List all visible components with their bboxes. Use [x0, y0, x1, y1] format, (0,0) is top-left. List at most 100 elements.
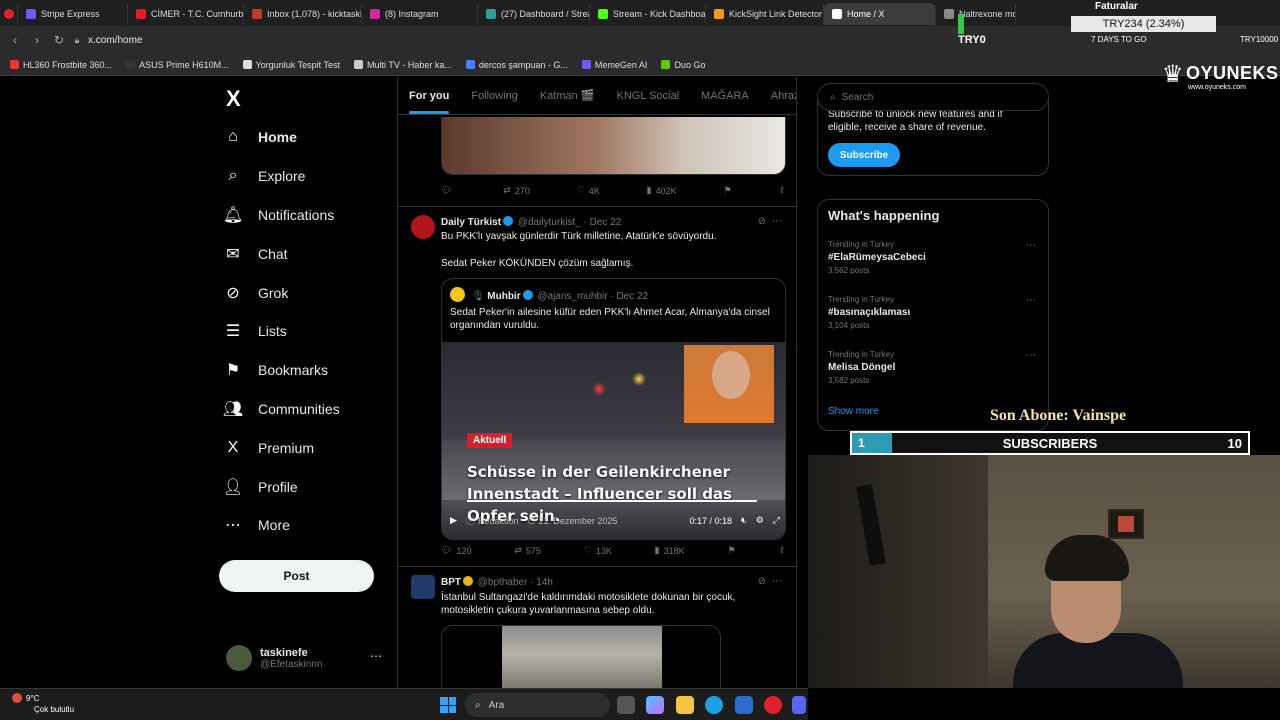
- settings-icon[interactable]: ⚙: [756, 515, 764, 526]
- more-horizontal-icon[interactable]: ⋯: [1026, 350, 1036, 361]
- tweet-author-name[interactable]: BPT: [441, 577, 461, 588]
- bookmark-button[interactable]: ⚑: [728, 545, 736, 556]
- bookmark-button[interactable]: ⚑: [723, 185, 731, 196]
- fullscreen-icon[interactable]: ⤢: [773, 515, 780, 526]
- nav-notifications[interactable]: 🔔︎ Notifications: [222, 196, 392, 235]
- avatar[interactable]: [411, 575, 435, 599]
- url-field[interactable]: x.com/home: [88, 35, 142, 46]
- bookmark-item[interactable]: Yorgunluk Tespit Test: [242, 60, 340, 70]
- nav-communities[interactable]: 👥︎ Communities: [222, 390, 392, 429]
- copilot-icon[interactable]: [646, 696, 664, 714]
- taskbar-search[interactable]: ⌕ Ara: [465, 693, 610, 717]
- video-progress-bar[interactable]: [467, 500, 757, 502]
- nav-explore[interactable]: ⌕ Explore: [222, 157, 392, 196]
- video-frame: [632, 372, 646, 386]
- browser-tab[interactable]: CİMER - T.C. Cumhurbaşk: [128, 3, 244, 25]
- back-icon[interactable]: ‹: [4, 33, 26, 47]
- browser-tab[interactable]: Inbox (1,078) - kicktaskine: [244, 3, 362, 25]
- edge-icon[interactable]: [705, 696, 723, 714]
- tweet-media[interactable]: [441, 117, 786, 175]
- views-button[interactable]: ▮ 402K: [647, 185, 677, 196]
- play-icon[interactable]: ▶: [450, 515, 457, 526]
- grok-icon[interactable]: ⊘: [758, 216, 766, 227]
- tab-kngl-social[interactable]: KNGL Social: [616, 90, 679, 102]
- share-button[interactable]: ⇪: [778, 545, 786, 556]
- nav-home[interactable]: ⌂ Home: [222, 118, 392, 157]
- tweet-author-name[interactable]: Daily Türkist: [441, 217, 501, 228]
- trend-item[interactable]: Trending in Turkey #basınaçıklaması 3,10…: [828, 295, 1040, 330]
- bookmark-item[interactable]: HL360 Frostbite 360...: [10, 60, 112, 70]
- browser-tab[interactable]: (27) Dashboard / Streamla: [478, 3, 590, 25]
- volume-icon[interactable]: 🔇︎: [741, 515, 747, 526]
- show-more-link[interactable]: Show more: [828, 406, 879, 417]
- post-button[interactable]: Post: [219, 560, 374, 592]
- reply-button[interactable]: 💬︎: [441, 185, 456, 196]
- forward-icon[interactable]: ›: [26, 33, 48, 47]
- grok-icon[interactable]: ⊘: [758, 576, 766, 587]
- browser-tab[interactable]: [4, 3, 18, 25]
- video-inset-photo: [684, 345, 774, 423]
- browser-tab[interactable]: (8) Instagram: [362, 3, 478, 25]
- task-view-icon[interactable]: [617, 696, 635, 714]
- account-switcher[interactable]: taskinefe @Efetaskinnn ⋯: [226, 643, 386, 673]
- discord-icon[interactable]: [792, 696, 806, 714]
- nav-lists[interactable]: ☰ Lists: [222, 312, 392, 351]
- windows-start-icon[interactable]: [440, 697, 456, 713]
- trend-item[interactable]: Trending in Turkey #ElaRümeysaCebeci 3,5…: [828, 240, 1040, 275]
- share-button[interactable]: ⇪: [778, 185, 786, 196]
- nav-chat[interactable]: ✉ Chat: [222, 234, 392, 273]
- reload-icon[interactable]: ↻: [48, 33, 70, 47]
- bookmark-item[interactable]: MemeGen AI: [581, 60, 647, 70]
- bookmark-item[interactable]: Duo Go: [661, 60, 705, 70]
- browser-tab[interactable]: Stream - Kick Dashboard: [590, 3, 706, 25]
- views-button[interactable]: ▮ 318K: [655, 545, 685, 556]
- repost-button[interactable]: ⇄ 575: [514, 545, 541, 556]
- more-horizontal-icon[interactable]: ⋯: [370, 649, 382, 663]
- file-explorer-icon[interactable]: [676, 696, 694, 714]
- trend-name: #ElaRümeysaCebeci: [828, 252, 926, 263]
- nav-bookmarks[interactable]: ⚑ Bookmarks: [222, 351, 392, 390]
- ticker-days: 7 DAYS TO GO: [1091, 35, 1147, 44]
- store-icon[interactable]: [735, 696, 753, 714]
- tweet-date[interactable]: · 14h: [530, 577, 553, 588]
- trend-item[interactable]: Trending in Turkey Melisa Döngel 3,582 p…: [828, 350, 1040, 385]
- like-button[interactable]: ♡ 4K: [577, 185, 600, 196]
- x-logo-icon[interactable]: X: [226, 86, 241, 112]
- tab-katman[interactable]: Katman 🎬: [540, 89, 595, 102]
- browser-tab[interactable]: Stripe Express: [18, 3, 128, 25]
- more-horizontal-icon[interactable]: ⋯: [1026, 240, 1036, 251]
- browser-tab-active[interactable]: Home / X: [824, 3, 936, 25]
- bookmark-item[interactable]: Multi TV - Haber ka...: [354, 60, 452, 70]
- video-badge: Aktuell: [467, 433, 513, 448]
- more-horizontal-icon[interactable]: ⋯: [772, 216, 782, 227]
- video-player[interactable]: Aktuell Schüsse in der Geilenkirchener I…: [442, 342, 785, 539]
- search-input[interactable]: ⌕ Search: [817, 83, 1049, 111]
- nav-grok[interactable]: ⊘ Grok: [222, 273, 392, 312]
- more-horizontal-icon[interactable]: ⋯: [772, 576, 782, 587]
- tab-for-you[interactable]: For you: [409, 90, 450, 114]
- weather-widget[interactable]: 9°C Çok bulutlu: [12, 693, 74, 715]
- nav-premium[interactable]: X Premium: [222, 428, 392, 467]
- tab-ahrazlar[interactable]: Ahrazlar: [771, 90, 796, 102]
- bookmark-item[interactable]: dercos şampuan - G...: [465, 60, 568, 70]
- tab-following[interactable]: Following: [471, 90, 517, 102]
- bar-chart-icon: ▮: [646, 185, 652, 195]
- quoted-tweet[interactable]: 🎙︎ Muhbir @ajans_muhbir · Dec 22 Sedat P…: [441, 278, 786, 540]
- repost-button[interactable]: ⇄ 270: [503, 185, 530, 196]
- tab-magara[interactable]: MAĞARA: [701, 90, 749, 102]
- avatar[interactable]: [411, 215, 435, 239]
- more-horizontal-icon[interactable]: ⋯: [1026, 295, 1036, 306]
- tweet-date[interactable]: · Dec 22: [584, 217, 622, 228]
- tweet-media[interactable]: [441, 625, 721, 688]
- tweet-author-handle[interactable]: @bpthaber: [478, 577, 528, 588]
- subscribe-button[interactable]: Subscribe: [828, 143, 900, 167]
- browser-tab[interactable]: KickSight Link Detector: [706, 3, 824, 25]
- bookmark-item[interactable]: ASUS Prime H610M...: [126, 60, 229, 70]
- nav-more[interactable]: ⋯ More: [222, 506, 392, 545]
- like-button[interactable]: ♡ 13K: [584, 545, 612, 556]
- tweet-author-handle[interactable]: @dailyturkist_: [518, 217, 581, 228]
- opera-icon[interactable]: [764, 696, 782, 714]
- reply-button[interactable]: 💬︎ 120: [441, 545, 471, 556]
- nav-profile[interactable]: 👤︎ Profile: [222, 467, 392, 506]
- site-info-icon[interactable]: 🔒︎: [70, 35, 84, 46]
